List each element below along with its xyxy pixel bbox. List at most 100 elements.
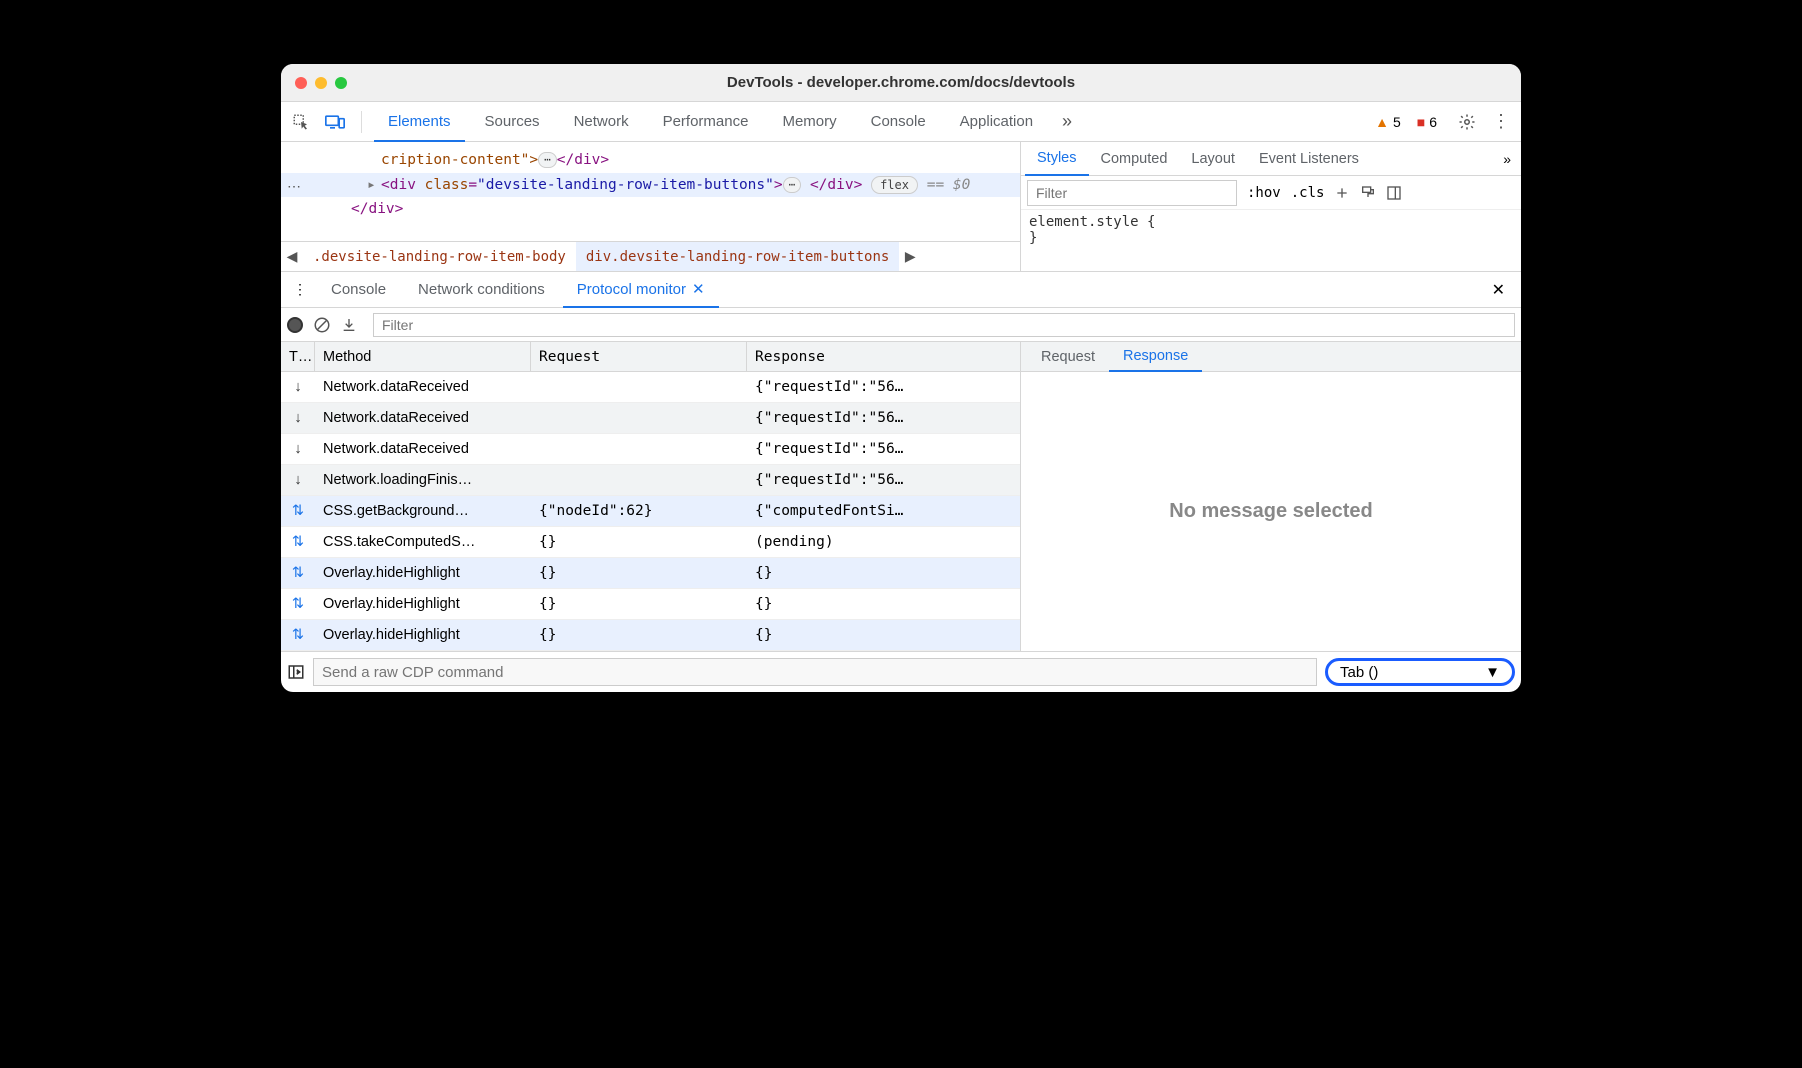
cell-response: {} bbox=[747, 596, 1020, 612]
table-row[interactable]: ↓Network.dataReceived{"requestId":"56… bbox=[281, 403, 1020, 434]
tab-elements[interactable]: Elements bbox=[374, 103, 465, 142]
cell-response: {} bbox=[747, 565, 1020, 581]
col-header-request[interactable]: Request bbox=[531, 342, 747, 371]
close-tab-icon[interactable]: ✕ bbox=[692, 280, 705, 298]
error-icon: ■ bbox=[1417, 114, 1425, 130]
direction-icon: ⇅ bbox=[281, 565, 315, 581]
warning-icon: ▲ bbox=[1375, 114, 1389, 130]
protocol-table: T… Method Request Response ↓Network.data… bbox=[281, 342, 1021, 651]
styles-filter-input[interactable] bbox=[1027, 180, 1237, 206]
drawer-tab-protocol-monitor[interactable]: Protocol monitor ✕ bbox=[563, 273, 719, 308]
toggle-sidebar-icon[interactable] bbox=[287, 663, 305, 681]
table-row[interactable]: ↓Network.dataReceived{"requestId":"56… bbox=[281, 372, 1020, 403]
drawer-menu-icon[interactable]: ⋮ bbox=[287, 281, 313, 298]
protocol-content: T… Method Request Response ↓Network.data… bbox=[281, 342, 1521, 652]
close-drawer-icon[interactable]: ✕ bbox=[1482, 280, 1515, 300]
tab-styles[interactable]: Styles bbox=[1025, 143, 1089, 176]
new-style-rule-icon[interactable] bbox=[1334, 185, 1350, 201]
cell-request: {} bbox=[531, 534, 747, 550]
cell-method: Overlay.hideHighlight bbox=[315, 565, 531, 581]
cell-response: {"requestId":"56… bbox=[747, 472, 1020, 488]
table-header-row: T… Method Request Response bbox=[281, 342, 1020, 372]
cell-request: {} bbox=[531, 627, 747, 643]
paint-icon[interactable] bbox=[1360, 185, 1376, 201]
col-header-response[interactable]: Response bbox=[747, 342, 1020, 371]
cell-method: Network.dataReceived bbox=[315, 379, 531, 395]
protocol-detail: Request Response No message selected bbox=[1021, 342, 1521, 651]
tab-application[interactable]: Application bbox=[946, 102, 1047, 141]
table-row[interactable]: ↓Network.dataReceived{"requestId":"56… bbox=[281, 434, 1020, 465]
detail-tab-request[interactable]: Request bbox=[1027, 342, 1109, 371]
drawer-tab-console[interactable]: Console bbox=[317, 272, 400, 307]
dom-tree[interactable]: cription-content">⋯</div> ▸ <div class="… bbox=[281, 142, 1021, 271]
cell-method: Network.dataReceived bbox=[315, 441, 531, 457]
direction-icon: ↓ bbox=[281, 379, 315, 395]
table-row[interactable]: ↓Network.loadingFinis…{"requestId":"56… bbox=[281, 465, 1020, 496]
maximize-window-button[interactable] bbox=[335, 77, 347, 89]
cell-method: Overlay.hideHighlight bbox=[315, 596, 531, 612]
table-row[interactable]: ⇅Overlay.hideHighlight{}{} bbox=[281, 589, 1020, 620]
table-row[interactable]: ⇅Overlay.hideHighlight{}{} bbox=[281, 558, 1020, 589]
kebab-menu-icon[interactable]: ⋮ bbox=[1487, 108, 1515, 136]
minimize-window-button[interactable] bbox=[315, 77, 327, 89]
cell-response: {} bbox=[747, 627, 1020, 643]
col-header-type[interactable]: T… bbox=[281, 342, 315, 371]
protocol-filter-input[interactable] bbox=[373, 313, 1515, 337]
tab-console[interactable]: Console bbox=[857, 102, 940, 141]
computed-sidebar-icon[interactable] bbox=[1386, 185, 1402, 201]
dom-line[interactable]: </div> bbox=[351, 197, 1012, 222]
crumb-item[interactable]: .devsite-landing-row-item-body bbox=[303, 242, 576, 271]
close-window-button[interactable] bbox=[295, 77, 307, 89]
style-rule[interactable]: element.style { } bbox=[1021, 210, 1521, 250]
col-header-method[interactable]: Method bbox=[315, 342, 531, 371]
window-title: DevTools - developer.chrome.com/docs/dev… bbox=[281, 74, 1521, 91]
warnings-badge[interactable]: ▲ 5 bbox=[1375, 114, 1401, 130]
cls-toggle[interactable]: .cls bbox=[1291, 185, 1325, 201]
direction-icon: ↓ bbox=[281, 472, 315, 488]
table-row[interactable]: ⇅CSS.getBackground…{"nodeId":62}{"comput… bbox=[281, 496, 1020, 527]
direction-icon: ⇅ bbox=[281, 534, 315, 550]
record-button[interactable] bbox=[287, 317, 303, 333]
tab-network[interactable]: Network bbox=[560, 102, 643, 141]
tab-performance[interactable]: Performance bbox=[649, 102, 763, 141]
tab-memory[interactable]: Memory bbox=[768, 102, 850, 141]
tab-layout[interactable]: Layout bbox=[1179, 142, 1247, 175]
table-row[interactable]: ⇅Overlay.hideHighlight{}{} bbox=[281, 620, 1020, 651]
clear-icon[interactable] bbox=[313, 316, 331, 334]
dom-line[interactable]: ▸ <div class="devsite-landing-row-item-b… bbox=[281, 173, 1020, 198]
main-tabbar: Elements Sources Network Performance Mem… bbox=[281, 102, 1521, 142]
devtools-window: DevTools - developer.chrome.com/docs/dev… bbox=[281, 64, 1521, 692]
cell-method: CSS.takeComputedS… bbox=[315, 534, 531, 550]
cell-response: {"requestId":"56… bbox=[747, 441, 1020, 457]
cell-request: {} bbox=[531, 596, 747, 612]
more-tabs-icon[interactable]: » bbox=[1053, 108, 1081, 136]
crumb-prev-icon[interactable]: ◀ bbox=[281, 248, 303, 265]
dom-line[interactable]: cription-content">⋯</div> bbox=[381, 148, 1012, 173]
crumb-next-icon[interactable]: ▶ bbox=[899, 248, 921, 265]
cell-request: {} bbox=[531, 565, 747, 581]
hov-toggle[interactable]: :hov bbox=[1247, 185, 1281, 201]
table-row[interactable]: ⇅CSS.takeComputedS…{}(pending) bbox=[281, 527, 1020, 558]
target-select[interactable]: Tab () ▼ bbox=[1325, 658, 1515, 686]
drawer-tabbar: ⋮ Console Network conditions Protocol mo… bbox=[281, 272, 1521, 308]
tab-sources[interactable]: Sources bbox=[471, 102, 554, 141]
inspect-element-icon[interactable] bbox=[287, 108, 315, 136]
settings-icon[interactable] bbox=[1453, 108, 1481, 136]
cdp-command-input[interactable] bbox=[313, 658, 1317, 686]
cell-request: {"nodeId":62} bbox=[531, 503, 747, 519]
save-icon[interactable] bbox=[341, 317, 357, 333]
traffic-lights bbox=[295, 77, 347, 89]
cell-response: {"computedFontSi… bbox=[747, 503, 1020, 519]
more-style-tabs-icon[interactable]: » bbox=[1497, 151, 1517, 167]
chevron-down-icon: ▼ bbox=[1485, 664, 1500, 681]
tab-computed[interactable]: Computed bbox=[1089, 142, 1180, 175]
cell-method: Overlay.hideHighlight bbox=[315, 627, 531, 643]
tab-event-listeners[interactable]: Event Listeners bbox=[1247, 142, 1371, 175]
cell-response: (pending) bbox=[747, 534, 1020, 550]
warnings-count: 5 bbox=[1393, 114, 1401, 130]
detail-tab-response[interactable]: Response bbox=[1109, 342, 1202, 372]
drawer-tab-network-conditions[interactable]: Network conditions bbox=[404, 272, 559, 307]
errors-badge[interactable]: ■ 6 bbox=[1417, 114, 1437, 130]
crumb-item-current[interactable]: div.devsite-landing-row-item-buttons bbox=[576, 242, 899, 271]
device-toggle-icon[interactable] bbox=[321, 108, 349, 136]
